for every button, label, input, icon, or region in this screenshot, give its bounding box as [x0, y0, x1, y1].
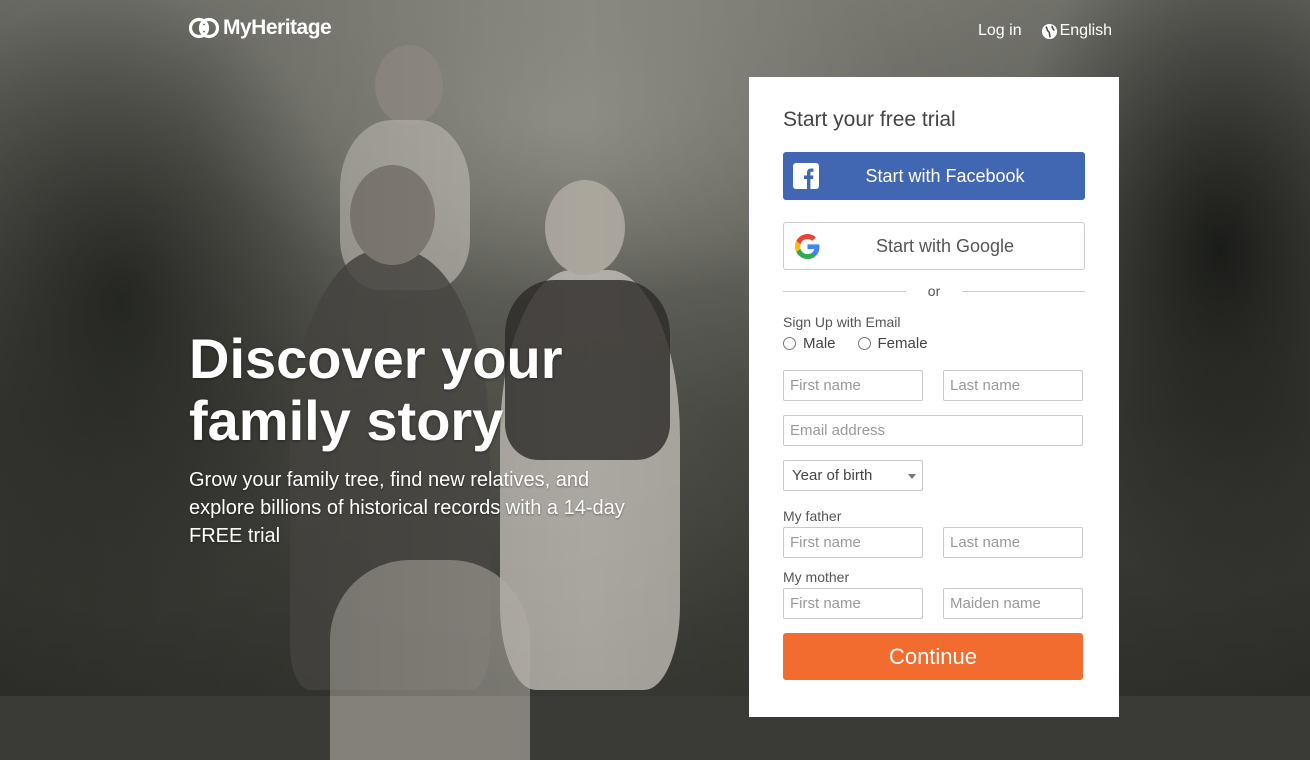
- or-divider: or: [783, 283, 1086, 299]
- facebook-icon: [793, 163, 819, 189]
- google-signup-button[interactable]: Start with Google: [783, 222, 1085, 270]
- divider-line: [962, 290, 1086, 292]
- facebook-signup-button[interactable]: Start with Facebook: [783, 152, 1085, 200]
- radio-circle[interactable]: [783, 337, 796, 350]
- radio-circle[interactable]: [857, 337, 871, 350]
- site-logo[interactable]: MyHeritage: [189, 15, 332, 41]
- or-label: or: [927, 283, 941, 299]
- father-last-name-input[interactable]: [943, 527, 1083, 558]
- facebook-button-label: Start with Facebook: [865, 165, 1025, 186]
- mother-first-name-input[interactable]: [783, 588, 923, 619]
- language-selector[interactable]: English: [1041, 22, 1112, 40]
- email-signup-label: Sign Up with Email: [783, 314, 901, 330]
- divider-line: [783, 290, 906, 292]
- last-name-input[interactable]: [943, 370, 1083, 401]
- year-of-birth-label: Year of birth: [792, 467, 873, 484]
- language-label: English: [1059, 22, 1113, 39]
- google-button-label: Start with Google: [875, 235, 1015, 256]
- father-label: My father: [783, 508, 842, 524]
- year-of-birth-select[interactable]: Year of birth: [783, 460, 923, 491]
- myheritage-logo-icon: [189, 17, 219, 39]
- hero-title: Discover your family story: [189, 327, 563, 452]
- gender-female-label: Female: [877, 335, 928, 352]
- mother-maiden-name-input[interactable]: [943, 588, 1083, 619]
- gender-female-radio[interactable]: Female: [857, 335, 928, 352]
- mother-label: My mother: [783, 569, 850, 585]
- login-link[interactable]: Log in: [978, 22, 1022, 40]
- signup-title: Start your free trial: [783, 108, 956, 131]
- google-icon: [795, 234, 820, 259]
- father-first-name-input[interactable]: [783, 527, 923, 558]
- continue-button[interactable]: Continue: [783, 633, 1083, 680]
- gender-selector: Male Female: [783, 335, 950, 352]
- first-name-input[interactable]: [783, 370, 923, 401]
- top-nav: Log in English: [978, 22, 1112, 40]
- email-input[interactable]: [783, 415, 1083, 446]
- gender-male-label: Male: [803, 335, 836, 352]
- chevron-down-icon: [908, 474, 916, 479]
- logo-text: MyHeritage: [223, 16, 332, 39]
- globe-icon: [1041, 23, 1057, 39]
- signup-panel: Start your free trial Start with Faceboo…: [749, 77, 1119, 717]
- gender-male-radio[interactable]: Male: [783, 335, 836, 352]
- hero-subtitle: Grow your family tree, find new relative…: [189, 469, 625, 547]
